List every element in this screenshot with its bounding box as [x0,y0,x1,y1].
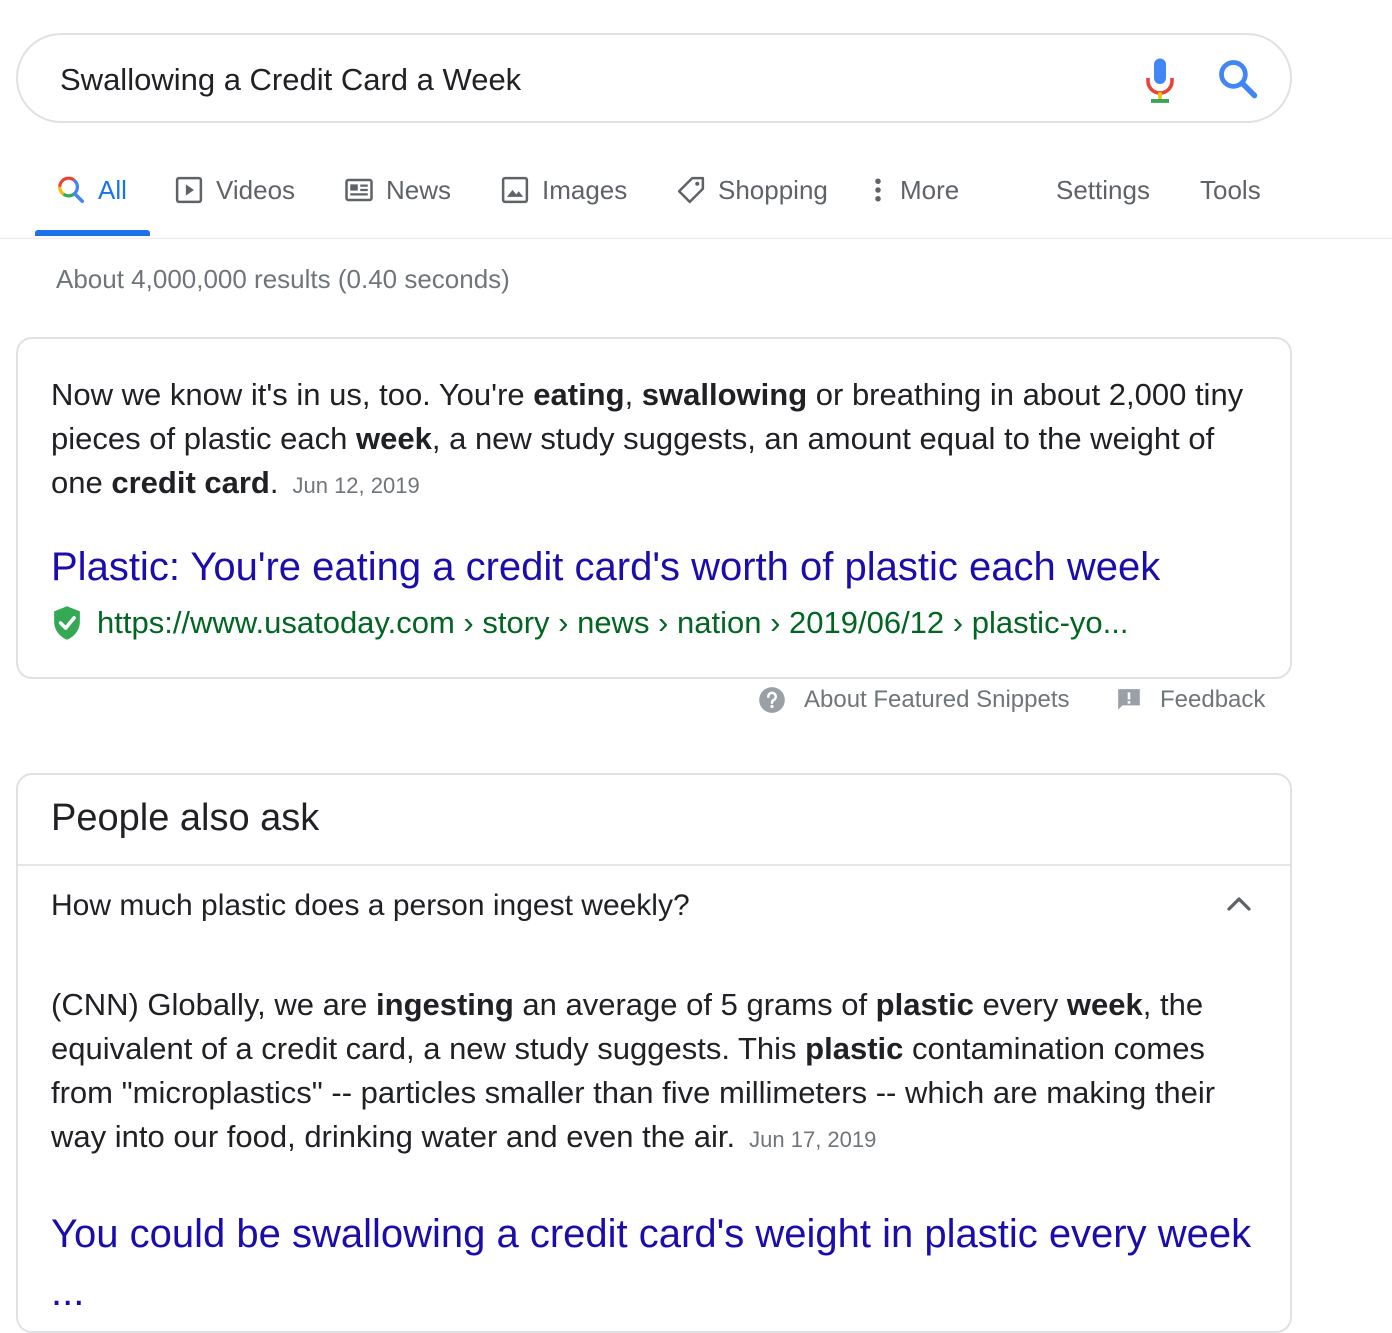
tab-more[interactable]: More [868,168,959,212]
help-icon [759,687,785,713]
text-segment: an average of 5 grams of [513,987,876,1022]
search-icon[interactable] [1216,57,1260,101]
highlighted-term: swallowing [641,377,808,412]
paa-heading: People also ask [51,797,320,839]
highlighted-term: plastic [875,987,974,1022]
settings-link[interactable]: Settings [1056,168,1150,212]
search-tabs: All Videos News Images Shopping More Set… [0,150,1392,239]
paa-answer-date: Jun 17, 2019 [749,1127,877,1152]
mic-icon[interactable] [1142,57,1178,105]
feedback-link[interactable]: Feedback [1116,686,1265,714]
tab-label: Images [542,174,628,205]
newspaper-icon [345,178,373,202]
highlighted-term: week [356,421,432,456]
snippet-date: Jun 12, 2019 [292,473,420,498]
result-stats: About 4,000,000 results (0.40 seconds) [56,264,510,294]
paa-answer: (CNN) Globally, we are ingesting an aver… [51,983,1271,1162]
text-segment: , [624,377,642,412]
highlighted-term: plastic [805,1031,904,1066]
about-featured-snippets[interactable]: About Featured Snippets [758,686,1070,714]
divider [18,864,1290,866]
text-segment: . [269,465,279,500]
featured-snippet: Now we know it's in us, too. You're eati… [16,337,1292,679]
tab-all[interactable]: All [56,168,127,212]
tab-shopping[interactable]: Shopping [676,168,828,212]
search-box[interactable] [16,33,1292,123]
tab-images[interactable]: Images [500,168,627,212]
text-segment: Now we know it's in us, too. You're [51,377,534,412]
feedback-icon [1118,689,1140,710]
highlighted-term: week [1066,987,1143,1022]
active-tab-indicator [35,230,150,236]
image-icon [501,176,529,204]
about-label: About Featured Snippets [804,686,1070,713]
search-input[interactable] [58,57,1082,103]
highlighted-term: eating [533,377,625,412]
snippet-result-title[interactable]: Plastic: You're eating a credit card's w… [51,545,1160,590]
people-also-ask: People also ask How much plastic does a … [16,773,1292,1333]
more-vert-icon [875,178,881,202]
tools-link[interactable]: Tools [1200,168,1261,212]
snippet-url: https://www.usatoday.com › story › news … [97,605,1129,640]
snippet-url-row[interactable]: https://www.usatoday.com › story › news … [51,605,1128,641]
tab-videos[interactable]: Videos [174,168,295,212]
video-play-icon [175,176,203,204]
paa-result-title[interactable]: You could be swallowing a credit card's … [51,1205,1281,1321]
text-segment: (CNN) Globally, we are [51,987,377,1022]
paa-question[interactable]: How much plastic does a person ingest we… [51,889,690,923]
text-segment: every [973,987,1067,1022]
feedback-label: Feedback [1160,686,1266,713]
chevron-up-icon[interactable] [1224,889,1254,919]
tab-label: Shopping [718,174,828,205]
highlighted-term: credit card [111,465,270,500]
tab-label: All [98,174,127,205]
search-icon [58,176,84,203]
snippet-footer: About Featured Snippets Feedback [0,686,1392,726]
tab-label: Videos [216,174,296,205]
highlighted-term: ingesting [376,987,514,1022]
tab-label: More [900,174,960,205]
tab-label: News [386,174,452,205]
snippet-text: Now we know it's in us, too. You're eati… [51,373,1266,508]
tab-news[interactable]: News [344,168,451,212]
tag-icon [677,176,705,204]
secure-shield-icon [54,606,80,640]
